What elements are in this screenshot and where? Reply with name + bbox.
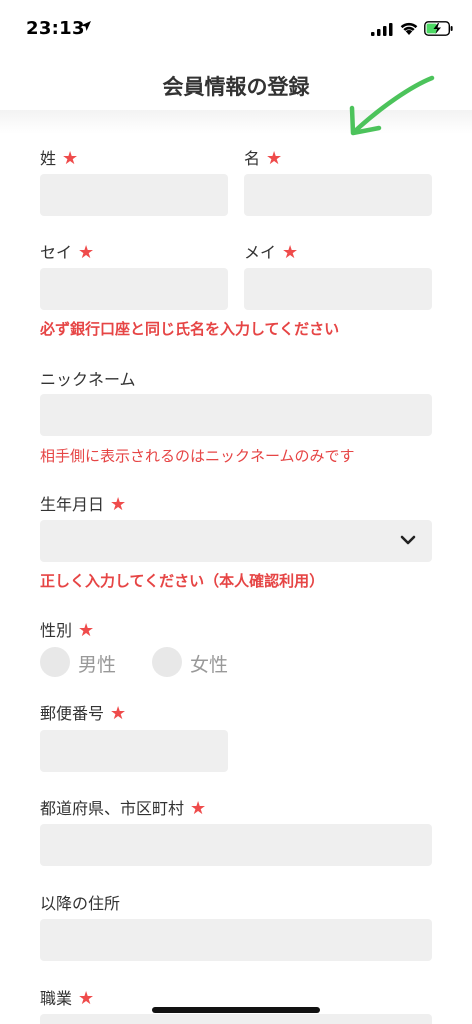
first-kana-input[interactable]: [244, 268, 432, 310]
location-arrow-icon: [81, 21, 91, 31]
gender-label: 性別 ★: [40, 620, 95, 641]
name-note: 必ず銀行口座と同じ氏名を入力してください: [40, 320, 340, 338]
nickname-input[interactable]: [40, 394, 432, 436]
gender-male-label[interactable]: 男性: [78, 650, 116, 677]
prefecture-city-label: 都道府県、市区町村 ★: [40, 798, 207, 819]
nickname-label: ニックネーム: [40, 370, 136, 389]
required-star-icon: ★: [110, 703, 127, 724]
postal-input[interactable]: [40, 730, 228, 772]
gender-female-label[interactable]: 女性: [190, 650, 228, 677]
last-name-label: 姓 ★: [40, 148, 79, 169]
first-kana-label: メイ ★: [244, 242, 299, 263]
arrow-annotation-icon: [349, 75, 435, 136]
postal-label: 郵便番号 ★: [40, 703, 127, 724]
battery-charging-icon: [424, 21, 453, 36]
required-star-icon: ★: [110, 494, 127, 515]
required-star-icon: ★: [266, 148, 283, 169]
wifi-icon: [400, 22, 418, 35]
status-bar: 23:13: [0, 0, 472, 58]
required-star-icon: ★: [78, 620, 95, 641]
occupation-label: 職業 ★: [40, 988, 95, 1009]
first-name-input[interactable]: [244, 174, 432, 216]
home-indicator: [152, 1007, 320, 1013]
chevron-down-icon: [400, 535, 416, 545]
nickname-note: 相手側に表示されるのはニックネームのみです: [40, 447, 355, 465]
required-star-icon: ★: [62, 148, 79, 169]
address-label: 以降の住所: [40, 894, 121, 913]
occupation-select[interactable]: [40, 1014, 432, 1024]
required-star-icon: ★: [78, 242, 95, 263]
last-kana-label: セイ ★: [40, 242, 95, 263]
signal-icon: [371, 23, 393, 36]
gender-male-radio[interactable]: [40, 647, 70, 677]
required-star-icon: ★: [190, 798, 207, 819]
prefecture-city-input[interactable]: [40, 824, 432, 866]
required-star-icon: ★: [78, 988, 95, 1009]
birthday-label: 生年月日 ★: [40, 494, 127, 515]
required-star-icon: ★: [282, 242, 299, 263]
birthday-select[interactable]: [40, 520, 432, 562]
last-name-input[interactable]: [40, 174, 228, 216]
first-name-label: 名 ★: [244, 148, 283, 169]
birthday-note: 正しく入力してください（本人確認利用）: [40, 572, 325, 590]
gender-female-radio[interactable]: [152, 647, 182, 677]
last-kana-input[interactable]: [40, 268, 228, 310]
address-input[interactable]: [40, 919, 432, 961]
status-time: 23:13: [26, 18, 85, 39]
